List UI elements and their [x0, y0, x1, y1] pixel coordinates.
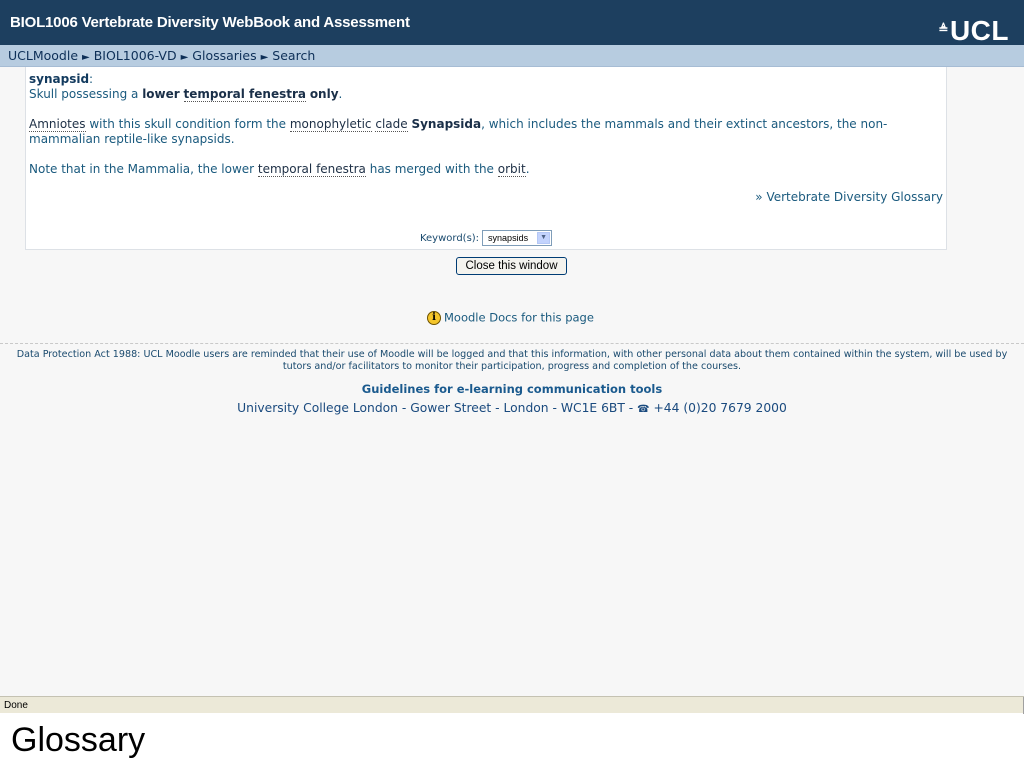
glossary-link-monophyletic[interactable]: monophyletic [289, 117, 372, 132]
entry-text: . [338, 87, 343, 101]
glossary-link-orbit[interactable]: orbit [497, 162, 526, 177]
ucl-logo[interactable]: ≜UCL [938, 17, 1009, 45]
breadcrumb: UCLMoodle ► BIOL1006-VD ► Glossaries ► Search [0, 45, 1024, 67]
university-address: University College London - Gower Street… [0, 401, 1024, 415]
phone-icon: ☎ [637, 404, 650, 415]
glossary-link-temporal-fenestra[interactable]: temporal fenestra [183, 87, 306, 102]
status-text: Done [4, 700, 28, 711]
entry-bold-only: only [309, 87, 339, 101]
keyword-select[interactable]: synapsids ▼ [482, 230, 553, 246]
entry-colon: : [89, 72, 94, 86]
browser-status-bar: Done [0, 696, 1024, 714]
address-text: University College London - Gower Street… [237, 401, 638, 415]
keyword-selected-value: synapsids [488, 233, 529, 243]
glossary-entry-box: synapsid: Skull possessing a lower tempo… [25, 67, 947, 250]
glossary-entry: synapsid: Skull possessing a lower tempo… [29, 72, 941, 177]
keyword-label: Keyword(s): [419, 232, 480, 244]
moodle-docs-text: Moodle Docs for this page [444, 310, 594, 325]
entry-concept: synapsid [29, 72, 90, 86]
breadcrumb-current: Search [272, 48, 316, 63]
entry-text: . [525, 162, 530, 176]
slide-caption: Glossary [11, 721, 146, 759]
data-protection-notice: Data Protection Act 1988: UCL Moodle use… [16, 349, 1008, 372]
keyword-row: Keyword(s): synapsids ▼ [26, 230, 946, 246]
breadcrumb-glossaries[interactable]: Glossaries [192, 48, 256, 63]
site-header: BIOL1006 Vertebrate Diversity WebBook an… [0, 0, 1024, 45]
course-title: BIOL1006 Vertebrate Diversity WebBook an… [10, 14, 410, 31]
ucl-logo-text: UCL [949, 15, 1009, 46]
entry-text: with this skull condition form the [85, 117, 290, 131]
breadcrumb-separator-icon: ► [180, 52, 189, 63]
glossary-link-amniotes[interactable]: Amniotes [29, 117, 86, 132]
phone-number: +44 (0)20 7679 2000 [649, 401, 787, 415]
footer-divider [0, 343, 1024, 344]
entry-bold-lower: lower [142, 87, 180, 101]
glossary-link-temporal-fenestra-2[interactable]: temporal fenestra [257, 162, 366, 177]
entry-paragraph-3: Note that in the Mammalia, the lower tem… [29, 162, 941, 177]
glossary-link-clade[interactable]: clade [375, 117, 408, 132]
entry-definition-line1: Skull possessing a lower temporal fenest… [29, 87, 941, 102]
breadcrumb-uclmoodle[interactable]: UCLMoodle [8, 48, 78, 63]
entry-text: has merged with the [365, 162, 498, 176]
breadcrumb-separator-icon: ► [260, 52, 269, 63]
breadcrumb-course[interactable]: BIOL1006-VD [94, 48, 177, 63]
guidelines-link[interactable]: Guidelines for e-learning communication … [0, 382, 1024, 396]
entry-bold-synapsida: Synapsida [411, 117, 482, 131]
entry-text: Skull possessing a [29, 87, 143, 101]
entry-text: Note that in the Mammalia, the lower [29, 162, 258, 176]
moodle-docs-link[interactable]: i Moodle Docs for this page [427, 310, 594, 325]
entry-heading: synapsid: [29, 72, 941, 87]
close-window-button[interactable]: Close this window [456, 257, 567, 275]
page-content: synapsid: Skull possessing a lower tempo… [0, 67, 1024, 696]
breadcrumb-separator-icon: ► [82, 52, 90, 63]
entry-paragraph-2: Amniotes with this skull condition form … [29, 117, 941, 147]
info-icon: i [427, 310, 441, 325]
vertebrate-glossary-link[interactable]: » Vertebrate Diversity Glossary [755, 190, 943, 204]
chevron-down-icon[interactable]: ▼ [537, 232, 551, 244]
ucl-logo-mark-icon: ≜ [938, 22, 949, 36]
